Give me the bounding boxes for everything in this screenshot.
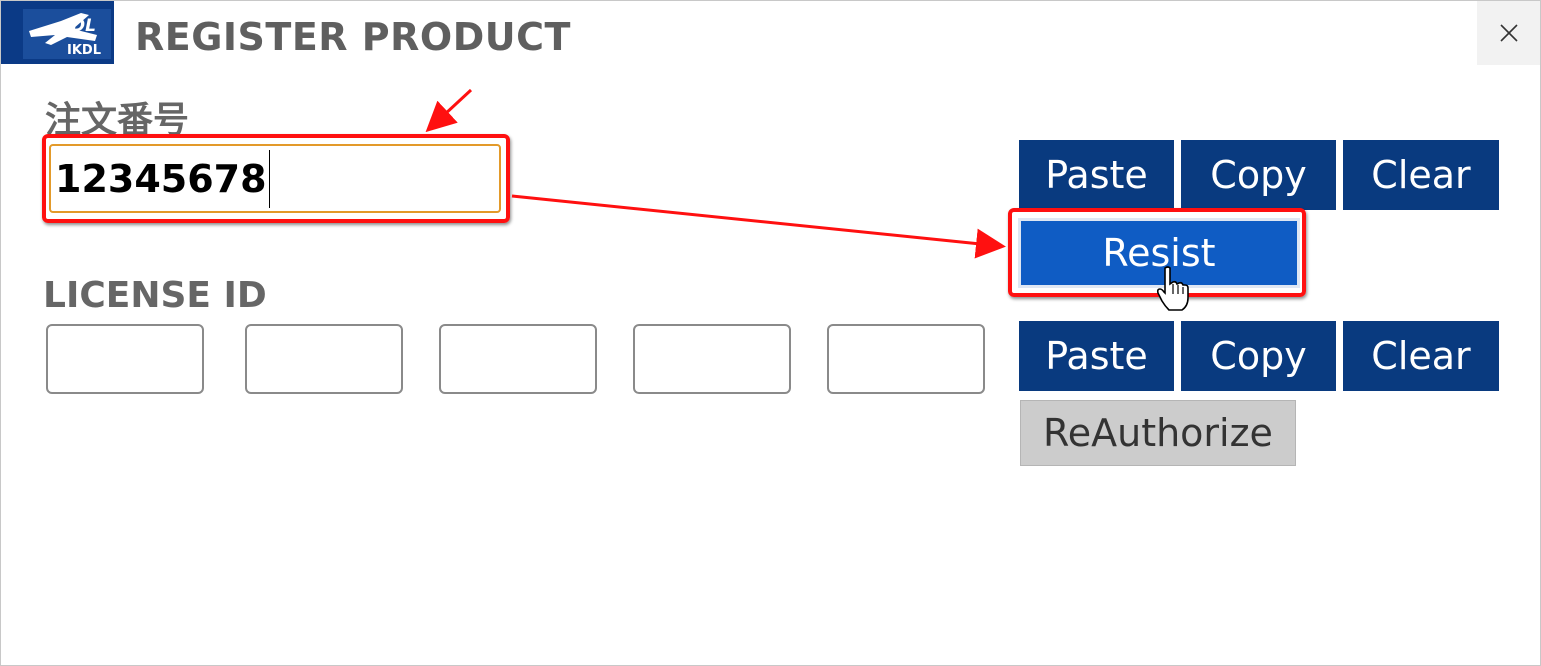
hand-pointer-icon (1156, 266, 1189, 311)
annotation-arrows (425, 88, 1006, 259)
arrow-to-resist-button (511, 194, 1006, 259)
arrow-to-order-input (425, 88, 473, 133)
